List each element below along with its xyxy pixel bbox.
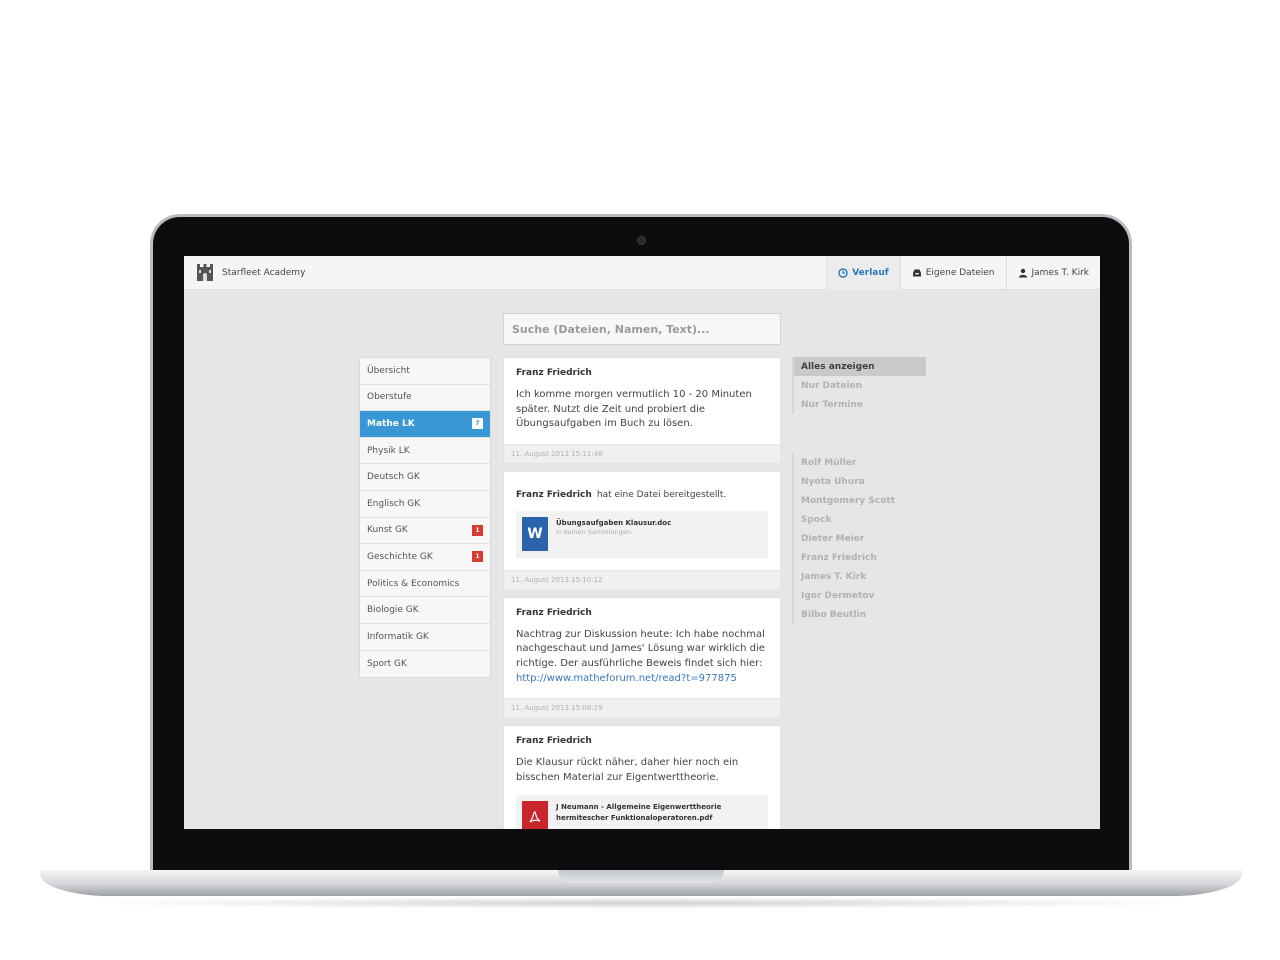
sidebar-item-label: Deutsch GK (367, 472, 420, 483)
person-item[interactable]: James T. Kirk (794, 567, 926, 586)
filter-nur-termine[interactable]: Nur Termine (794, 395, 926, 414)
search-input[interactable] (503, 313, 781, 345)
sidebar-item-deutsch-gk[interactable]: Deutsch GK (360, 464, 490, 491)
user-icon (1018, 268, 1027, 278)
post-timestamp: 11. August 2013 15:08:29 (504, 698, 780, 718)
sidebar-item-geschichte-gk[interactable]: Geschichte GK 1 (360, 544, 490, 571)
post-link[interactable]: http://www.matheforum.net/read?t=977875 (516, 673, 737, 684)
sidebar-item-label: Sport GK (367, 658, 407, 669)
sidebar-item-label: Informatik GK (367, 631, 429, 642)
feed-post: Franz Friedrich Ich komme morgen vermutl… (503, 357, 781, 464)
sidebar-item-label: Kunst GK (367, 525, 408, 536)
person-item[interactable]: Rolf Müller (794, 453, 926, 472)
sidebar-item-mathe-lk[interactable]: Mathe LK 7 (360, 411, 490, 438)
post-text: Ich komme morgen vermutlich 10 - 20 Minu… (516, 389, 752, 430)
feed-post: Franz Friedrich Nachtrag zur Diskussion … (503, 596, 781, 719)
sidebar-item-sport-gk[interactable]: Sport GK (360, 651, 490, 678)
notification-badge: 7 (472, 418, 483, 430)
sidebar-item-informatik-gk[interactable]: Informatik GK (360, 624, 490, 651)
sidebar-item-englisch-gk[interactable]: Englisch GK (360, 491, 490, 518)
notification-badge: 1 (472, 551, 483, 563)
top-nav: Verlauf Eigene Dateien James T. Kirk (826, 256, 1100, 290)
person-item[interactable]: Montgomery Scott (794, 491, 926, 510)
nav-verlauf-label: Verlauf (852, 268, 889, 278)
filter-alles-anzeigen[interactable]: Alles anzeigen (794, 357, 926, 376)
nav-eigene-dateien-label: Eigene Dateien (925, 268, 995, 278)
sidebar-item-politics-economics[interactable]: Politics & Economics (360, 571, 490, 598)
file-attachment[interactable]: J Neumann - Allgemeine Eigenwerttheorie … (516, 795, 768, 829)
nav-user-label: James T. Kirk (1031, 268, 1090, 278)
brand-name: Starfleet Academy (222, 268, 306, 278)
feed-filters: Alles anzeigen Nur Dateien Nur Termine (792, 357, 926, 414)
sidebar-item-label: Englisch GK (367, 498, 421, 509)
post-text: Die Klausur rückt näher, daher hier noch… (516, 757, 739, 783)
sidebar-item-uebersicht[interactable]: Übersicht (360, 358, 490, 385)
inbox-icon (912, 269, 921, 277)
person-item[interactable]: Nyota Uhura (794, 472, 926, 491)
course-sidebar: Übersicht Oberstufe Mathe LK 7 Physik LK … (359, 357, 491, 679)
castle-logo-icon (197, 264, 213, 281)
acrobat-icon (529, 811, 541, 823)
sidebar-item-label: Mathe LK (367, 418, 415, 429)
sidebar-item-oberstufe[interactable]: Oberstufe (360, 385, 490, 412)
post-text-content: Nachtrag zur Diskussion heute: Ich habe … (516, 628, 765, 669)
laptop-notch (558, 870, 724, 883)
nav-user[interactable]: James T. Kirk (1005, 256, 1101, 290)
app-screen: Starfleet Academy Verlauf Eigene Dateien (184, 256, 1100, 829)
post-author[interactable]: Franz Friedrich (516, 368, 768, 378)
nav-eigene-dateien[interactable]: Eigene Dateien (899, 256, 1006, 290)
person-item[interactable]: Franz Friedrich (794, 548, 926, 567)
person-item[interactable]: Spock (794, 510, 926, 529)
person-item[interactable]: Bilbo Beutlin (794, 605, 926, 624)
person-item[interactable]: Dieter Meier (794, 529, 926, 548)
word-file-icon: W (522, 516, 548, 551)
people-list: Rolf Müller Nyota Uhura Montgomery Scott… (792, 453, 926, 624)
file-collections: In keinen Sammlungen. (556, 527, 633, 536)
sidebar-item-kunst-gk[interactable]: Kunst GK 1 (360, 518, 490, 545)
sidebar-item-label: Geschichte GK (367, 551, 433, 562)
sidebar-item-label: Politics & Economics (367, 578, 460, 589)
person-item[interactable]: Igor Dermetov (794, 586, 926, 605)
post-author[interactable]: Franz Friedrich (516, 608, 768, 618)
sidebar-item-label: Biologie GK (367, 605, 419, 616)
sidebar-item-label: Übersicht (367, 365, 410, 376)
top-bar: Starfleet Academy Verlauf Eigene Dateien (184, 256, 1100, 290)
brand[interactable]: Starfleet Academy (195, 263, 305, 283)
pdf-file-icon (522, 801, 548, 829)
file-attachment[interactable]: W Übungsaufgaben Klausur.doc In keinen S… (516, 510, 768, 558)
feed-post: Franz Friedrich hat eine Datei bereitges… (503, 470, 781, 590)
nav-verlauf[interactable]: Verlauf (826, 256, 900, 290)
post-action: hat eine Datei bereitgestellt. (596, 489, 727, 500)
sidebar-item-label: Physik LK (367, 445, 410, 456)
post-timestamp: 11. August 2013 15:10:12 (504, 569, 780, 589)
camera-icon (637, 236, 646, 245)
sidebar-item-physik-lk[interactable]: Physik LK (360, 438, 490, 465)
notification-badge: 1 (472, 524, 483, 536)
file-name-line1: J Neumann - Allgemeine Eigenwerttheorie (556, 803, 722, 812)
sidebar-item-biologie-gk[interactable]: Biologie GK (360, 597, 490, 624)
sidebar-item-label: Oberstufe (367, 392, 412, 403)
post-text: Nachtrag zur Diskussion heute: Ich habe … (516, 628, 768, 686)
clock-icon (838, 268, 848, 278)
activity-feed: Franz Friedrich Ich komme morgen vermutl… (503, 357, 781, 829)
post-timestamp: 11. August 2013 15:11:48 (504, 443, 780, 463)
file-name-line2: hermitescher Funktionaloperatoren.pdf (556, 814, 713, 823)
filter-nur-dateien[interactable]: Nur Dateien (794, 376, 926, 395)
file-name: J Neumann - Allgemeine Eigenwerttheorie … (556, 802, 721, 824)
laptop-shadow (70, 897, 1212, 909)
post-author[interactable]: Franz Friedrich (516, 490, 592, 500)
feed-post: Franz Friedrich Die Klausur rückt näher,… (503, 725, 781, 829)
post-author[interactable]: Franz Friedrich (516, 736, 768, 746)
